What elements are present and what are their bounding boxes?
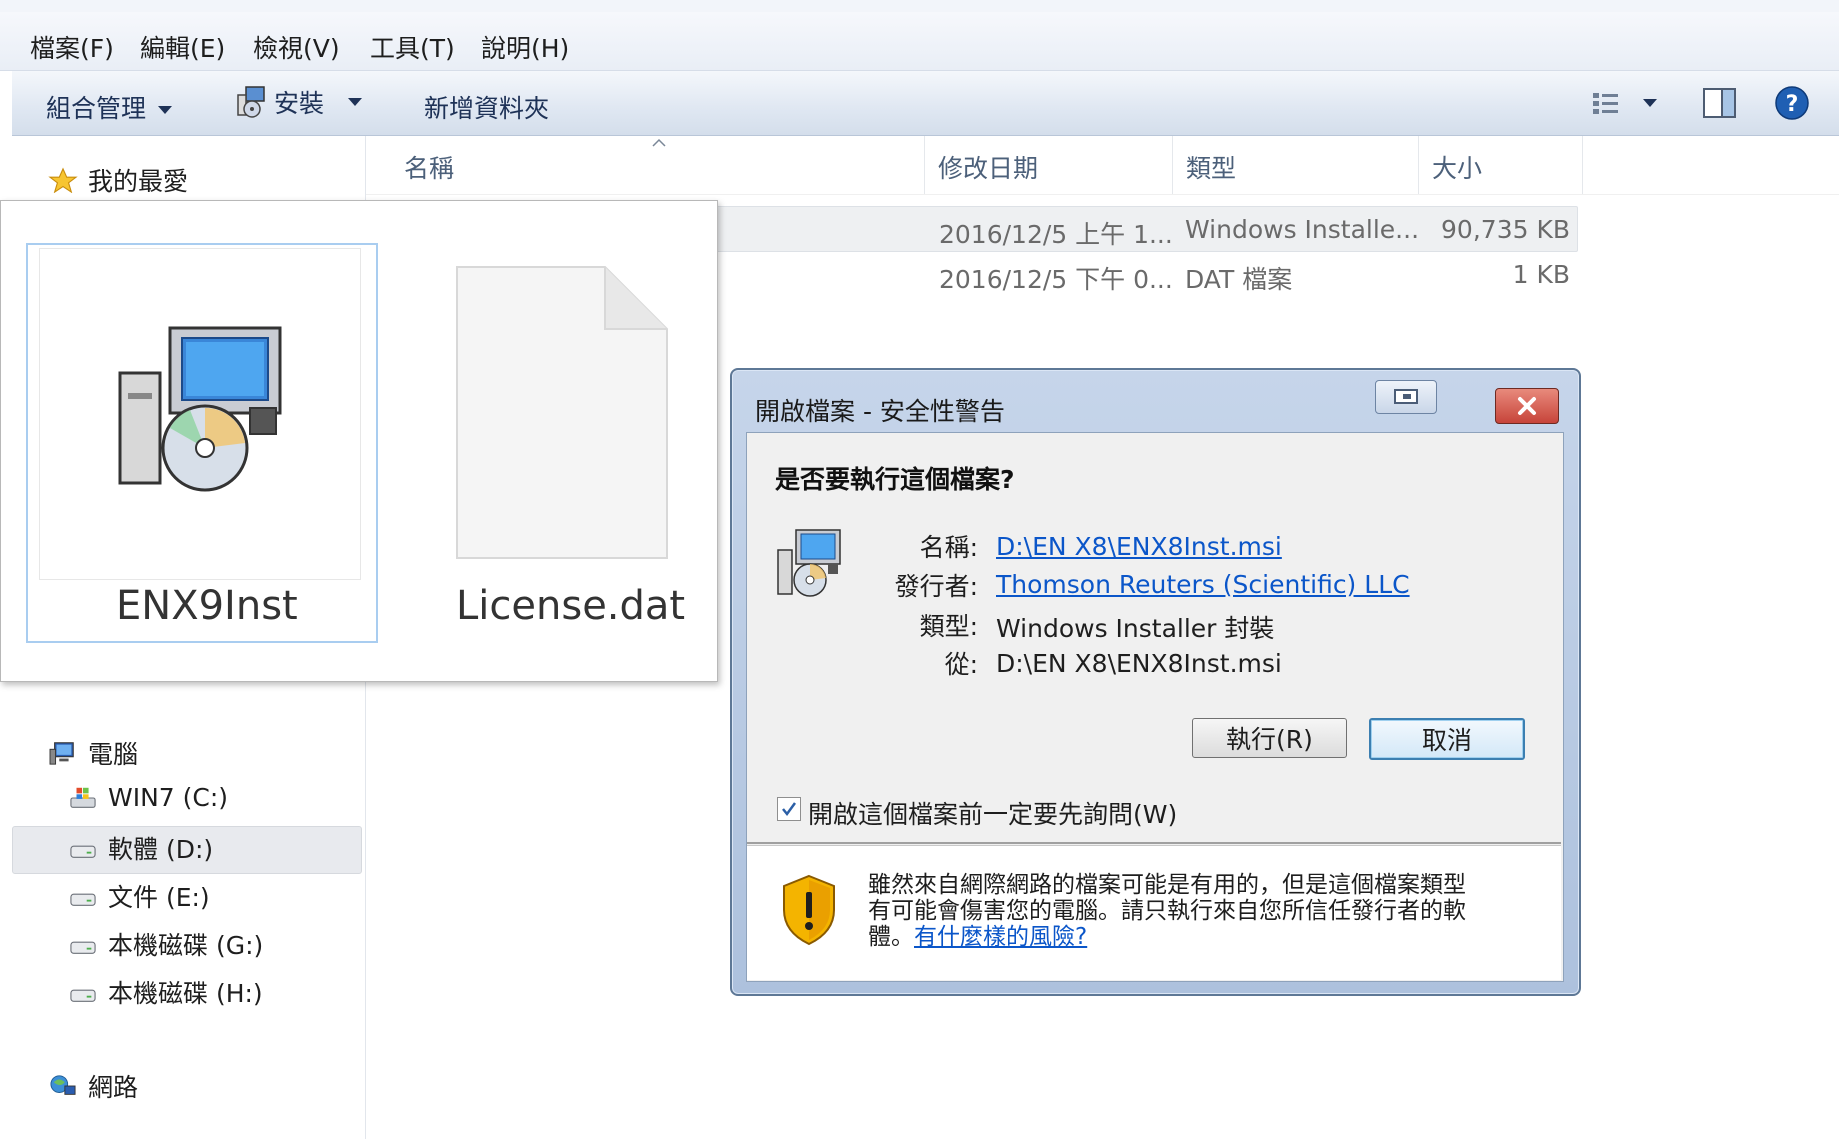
svg-text:?: ?	[1786, 92, 1799, 117]
from-value: D:\EN X8\ENX8Inst.msi	[996, 649, 1282, 678]
chevron-down-icon	[158, 106, 173, 114]
menu-bar: 檔案(F) 編輯(E) 檢視(V) 工具(T) 說明(H)	[0, 12, 1839, 71]
name-label: 名稱:	[919, 533, 978, 562]
warning-line-prefix: 體。	[868, 924, 914, 950]
nav-drive-e[interactable]: 文件 (E:)	[68, 878, 210, 914]
warning-line: 體。有什麼樣的風險?	[868, 924, 1466, 950]
drive-icon	[70, 845, 96, 858]
system-drive-icon	[70, 787, 96, 808]
nav-drive-d[interactable]: 軟體 (D:)	[68, 830, 213, 866]
close-icon	[1518, 397, 1536, 415]
column-date[interactable]: 修改日期	[938, 149, 1038, 185]
computer-icon	[49, 742, 74, 765]
installer-package-icon	[118, 326, 282, 492]
file-size: 90,735 KB	[1441, 215, 1570, 244]
run-button[interactable]: 執行(R)	[1192, 718, 1347, 758]
organize-label: 組合管理	[46, 94, 147, 123]
nav-computer[interactable]: 電腦	[48, 735, 138, 771]
view-options-button[interactable]	[1589, 85, 1679, 125]
command-toolbar: 組合管理 安裝 新增資料夾 ?	[12, 71, 1839, 136]
nav-drive-c[interactable]: WIN7 (C:)	[68, 783, 228, 812]
drive-icon	[70, 893, 96, 906]
zoomed-item-label[interactable]: License.dat	[456, 583, 685, 629]
preview-pane-button[interactable]	[1702, 86, 1738, 124]
list-view-icon	[1593, 93, 1657, 114]
nav-computer-label: 電腦	[88, 740, 139, 769]
column-header-bar: 名稱 修改日期 類型 大小	[366, 136, 1839, 195]
menu-tools[interactable]: 工具(T)	[370, 29, 455, 65]
publisher-label: 發行者:	[894, 572, 978, 601]
column-separator[interactable]	[1172, 136, 1173, 194]
help-icon: ?	[1775, 86, 1809, 120]
dialog-title: 開啟檔案 - 安全性警告	[755, 397, 1005, 426]
ask-before-open-label[interactable]: 開啟這個檔案前一定要先詢問(W)	[808, 795, 1177, 831]
nav-favorites-label: 我的最愛	[88, 167, 189, 196]
menu-view[interactable]: 檢視(V)	[253, 29, 340, 65]
nav-favorites[interactable]: 我的最愛	[48, 162, 188, 198]
warning-text: 雖然來自網際網路的檔案可能是有用的，但是這個檔案類型 有可能會傷害您的電腦。請只…	[868, 872, 1466, 950]
nav-drive-g[interactable]: 本機磁碟 (G:)	[68, 926, 263, 962]
column-name[interactable]: 名稱	[404, 149, 454, 185]
file-size: 1 KB	[1512, 260, 1570, 289]
chevron-down-icon	[348, 98, 363, 106]
menu-help[interactable]: 說明(H)	[481, 29, 569, 65]
nav-drive-h-label: 本機磁碟 (H:)	[108, 979, 263, 1008]
help-button[interactable]: ?	[1774, 85, 1810, 125]
column-separator[interactable]	[1582, 136, 1583, 194]
warning-line: 雖然來自網際網路的檔案可能是有用的，但是這個檔案類型	[868, 872, 1466, 898]
install-button[interactable]: 安裝	[234, 84, 363, 120]
file-date: 2016/12/5 下午 0...	[939, 265, 1173, 294]
window-mode-icon	[1394, 389, 1418, 404]
organize-button[interactable]: 組合管理	[46, 89, 173, 125]
risk-info-link[interactable]: 有什麼樣的風險?	[914, 924, 1087, 950]
from-label: 從:	[944, 650, 978, 679]
nav-network[interactable]: 網路	[48, 1068, 138, 1104]
menu-file[interactable]: 檔案(F)	[30, 29, 114, 65]
star-icon	[48, 167, 78, 193]
column-separator[interactable]	[924, 136, 925, 194]
nav-drive-d-label: 軟體 (D:)	[108, 835, 214, 864]
ask-before-open-checkbox[interactable]	[777, 797, 801, 821]
preview-pane-icon	[1703, 88, 1736, 118]
column-type[interactable]: 類型	[1186, 149, 1236, 185]
nav-drive-e-label: 文件 (E:)	[108, 883, 210, 912]
publisher-link[interactable]: Thomson Reuters (Scientific) LLC	[996, 570, 1410, 599]
drive-icon	[70, 941, 96, 954]
nav-drive-c-label: WIN7 (C:)	[108, 783, 229, 812]
sort-ascending-icon	[652, 138, 666, 147]
column-separator[interactable]	[1418, 136, 1419, 194]
nav-drive-h[interactable]: 本機磁碟 (H:)	[68, 974, 263, 1010]
cancel-button[interactable]: 取消	[1369, 718, 1525, 760]
drive-icon	[70, 989, 96, 1002]
file-path-link[interactable]: D:\EN X8\ENX8Inst.msi	[996, 532, 1282, 561]
nav-drive-g-label: 本機磁碟 (G:)	[108, 931, 264, 960]
warning-line: 有可能會傷害您的電腦。請只執行來自您所信任發行者的軟	[868, 898, 1466, 924]
close-button[interactable]	[1495, 388, 1559, 424]
window-mode-button[interactable]	[1375, 380, 1437, 414]
file-type: DAT 檔案	[1185, 265, 1293, 294]
dialog-separator	[747, 842, 1561, 844]
checkmark-icon	[782, 802, 797, 817]
network-icon	[50, 1075, 76, 1095]
install-label: 安裝	[274, 89, 325, 118]
dialog-question: 是否要執行這個檔案?	[775, 465, 1015, 494]
column-size[interactable]: 大小	[1432, 149, 1482, 185]
installer-icon	[237, 86, 265, 118]
nav-network-label: 網路	[88, 1073, 139, 1102]
shield-warning-icon	[783, 874, 835, 946]
file-type: Windows Installe...	[1185, 215, 1420, 244]
file-date: 2016/12/5 上午 1...	[939, 220, 1173, 249]
menu-edit[interactable]: 編輯(E)	[140, 29, 225, 65]
window-top-strip	[0, 0, 1839, 12]
type-label: 類型:	[919, 612, 978, 641]
zoomed-item-label: ENX9Inst	[116, 583, 298, 629]
new-folder-button[interactable]: 新增資料夾	[424, 89, 549, 125]
type-value: Windows Installer 封裝	[996, 614, 1275, 643]
blank-file-icon	[456, 266, 668, 559]
